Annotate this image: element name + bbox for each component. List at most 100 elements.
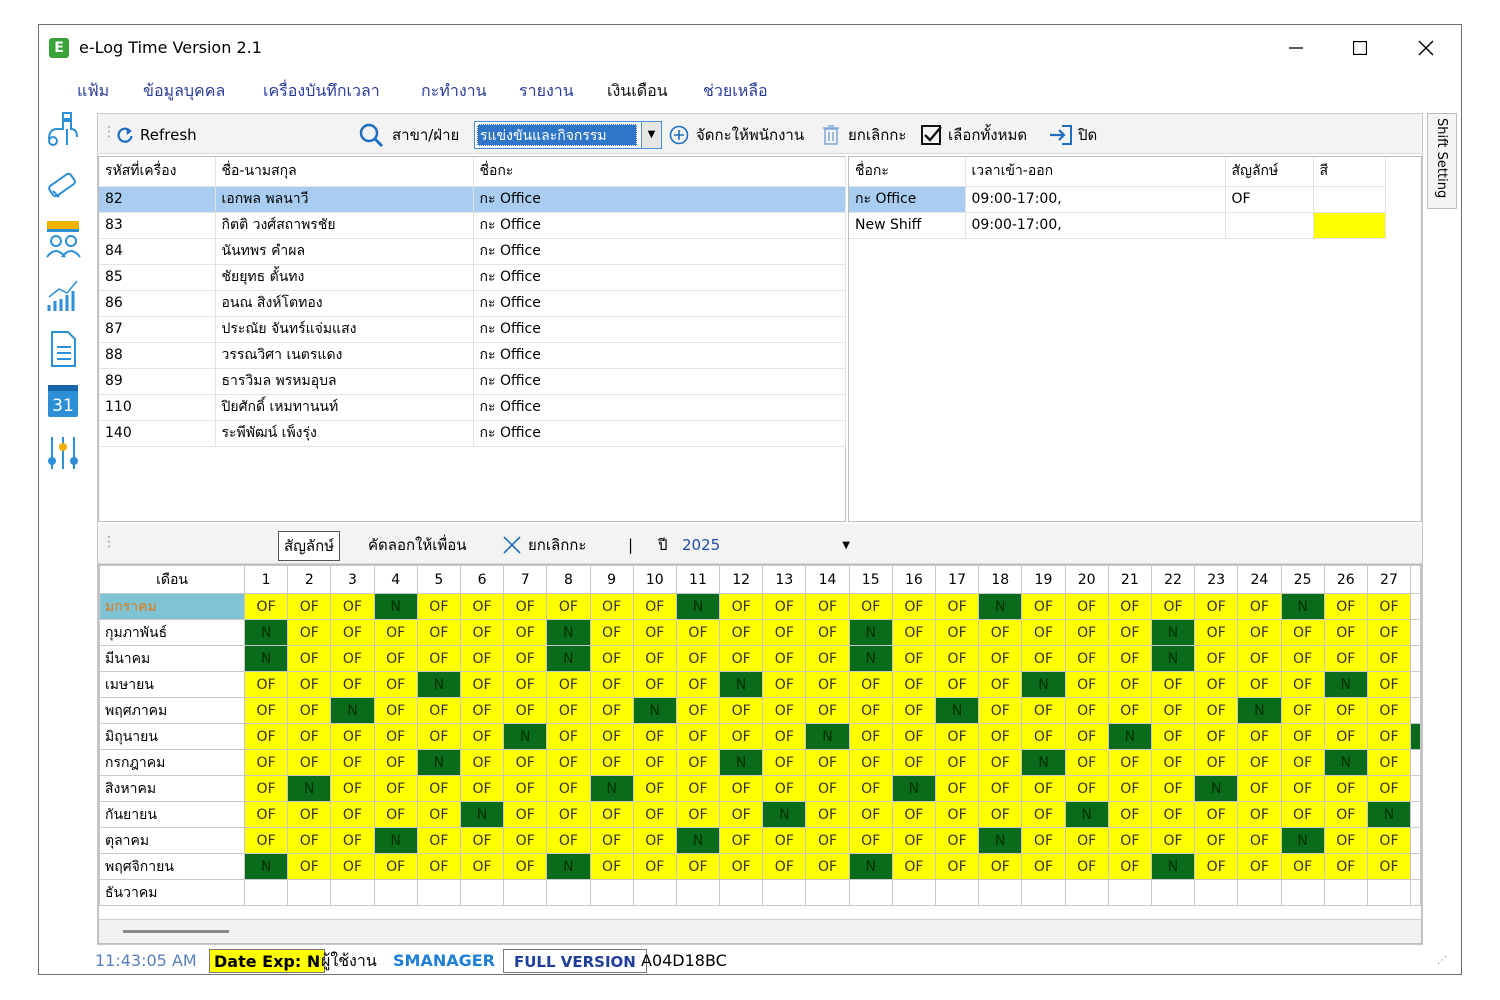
day-cell-of[interactable]: OF [719, 775, 764, 802]
day-cell-of[interactable]: OF [1107, 853, 1152, 880]
day-cell-of[interactable]: OF [891, 697, 937, 724]
employee-fullname[interactable]: ระพีพัฒน์ เพ็งรุ่ง [215, 420, 474, 447]
sliders-icon[interactable] [43, 433, 83, 473]
day-cell-of[interactable]: OF [416, 619, 461, 646]
employee-machine-id[interactable]: 83 [99, 212, 216, 239]
month-label[interactable]: มิถุนายน [99, 723, 245, 750]
menu-personnel[interactable]: ข้อมูลบุคคล [143, 79, 225, 104]
day-cell-of[interactable]: OF [762, 619, 807, 646]
employee-row[interactable]: 85 ชัยยุทธ ตั้นทง กะ Office [99, 264, 846, 291]
day-cell-of[interactable]: OF [287, 801, 332, 828]
employee-fullname[interactable]: ประณัย จันทร์แจ่มแสง [215, 316, 474, 343]
day-cell-of[interactable]: OF [287, 645, 332, 672]
employee-machine-id[interactable]: 110 [99, 394, 216, 421]
shift-row[interactable]: New Shiff 09:00-17:00, [849, 212, 1386, 239]
day-cell-of[interactable]: OF [546, 801, 591, 828]
day-cell-n[interactable]: N [546, 619, 591, 646]
employee-fullname[interactable]: กิตติ วงศ์สถาพรชัย [215, 212, 474, 239]
day-cell-of[interactable]: OF [891, 749, 937, 776]
day-cell-empty[interactable] [243, 879, 289, 906]
day-cell-of[interactable]: OF [546, 697, 591, 724]
day-cell-of[interactable]: OF [1107, 645, 1152, 672]
day-cell-of[interactable]: OF [589, 749, 634, 776]
day-cell-of[interactable]: OF [1280, 645, 1325, 672]
day-cell-of[interactable]: OF [330, 619, 375, 646]
day-cell-of[interactable]: OF [978, 619, 1023, 646]
day-cell-empty[interactable] [719, 879, 764, 906]
day-cell-empty[interactable] [373, 879, 418, 906]
day-cell-of[interactable]: OF [1107, 749, 1152, 776]
day-cell-of[interactable]: OF [546, 827, 591, 854]
year-select[interactable]: 2025 ▼ [682, 532, 852, 558]
day-cell-of[interactable]: OF [243, 697, 289, 724]
day-cell-n[interactable]: N [416, 671, 461, 698]
employee-row[interactable]: 84 นันทพร คำผล กะ Office [99, 238, 846, 265]
day-cell-of[interactable]: OF [287, 853, 332, 880]
day-cell-of[interactable]: OF [546, 593, 591, 620]
day-cell-of[interactable]: OF [978, 645, 1023, 672]
day-cell-of[interactable]: OF [891, 619, 937, 646]
day-cell-of[interactable]: OF [1366, 723, 1412, 750]
day-cell-of[interactable]: OF [1323, 697, 1368, 724]
day-cell-of[interactable]: OF [675, 801, 721, 828]
day-cell-empty[interactable] [1194, 879, 1239, 906]
day-cell-of[interactable]: OF [330, 671, 375, 698]
employee-shift-name[interactable]: กะ Office [473, 394, 846, 421]
day-cell-of[interactable]: OF [287, 827, 332, 854]
day-cell-of[interactable]: OF [546, 749, 591, 776]
day-cell-of[interactable]: OF [243, 749, 289, 776]
day-cell-of[interactable]: OF [891, 827, 937, 854]
day-cell-of[interactable]: OF [330, 593, 375, 620]
day-cell-of[interactable]: OF [1107, 775, 1152, 802]
day-cell-of[interactable]: OF [805, 827, 850, 854]
day-cell-n[interactable]: N [1280, 593, 1325, 620]
employee-row[interactable]: 88 วรรณวิศา เนตรแดง กะ Office [99, 342, 846, 369]
day-cell-of[interactable]: OF [934, 775, 980, 802]
employee-machine-id[interactable]: 84 [99, 238, 216, 265]
day-cell-n[interactable]: N [719, 749, 764, 776]
day-cell-n[interactable]: N [243, 645, 289, 672]
day-cell-of[interactable]: OF [1194, 749, 1239, 776]
day-cell-of[interactable]: OF [1150, 775, 1196, 802]
day-cell-of[interactable]: OF [805, 619, 850, 646]
day-cell-empty[interactable] [1021, 879, 1066, 906]
day-cell-of[interactable]: OF [1280, 801, 1325, 828]
day-cell-n[interactable]: N [1150, 619, 1196, 646]
day-cell-n[interactable]: N [503, 723, 548, 750]
day-cell-n[interactable]: N [1323, 671, 1368, 698]
day-cell-of[interactable]: OF [459, 619, 505, 646]
day-cell-of[interactable]: OF [589, 645, 634, 672]
employee-machine-id[interactable]: 85 [99, 264, 216, 291]
day-cell-of[interactable]: OF [719, 619, 764, 646]
day-cell-of[interactable]: OF [243, 775, 289, 802]
day-cell-of[interactable]: OF [805, 697, 850, 724]
day-cell-of[interactable]: OF [1150, 801, 1196, 828]
day-cell-of[interactable]: OF [805, 801, 850, 828]
day-cell-of[interactable]: OF [1064, 853, 1109, 880]
day-cell-of[interactable]: OF [762, 749, 807, 776]
month-label[interactable]: ตุลาคม [99, 827, 245, 854]
day-cell-of[interactable]: OF [330, 645, 375, 672]
day-cell-of[interactable]: OF [1021, 619, 1066, 646]
refresh-button[interactable]: Refresh [116, 122, 197, 148]
day-cell-of[interactable]: OF [503, 853, 548, 880]
day-cell-of[interactable]: OF [243, 671, 289, 698]
day-cell-overflow[interactable] [1410, 697, 1422, 724]
day-cell-of[interactable]: OF [632, 775, 677, 802]
column-header-time[interactable]: เวลาเข้า-ออก [965, 157, 1226, 187]
shift-color-cell[interactable] [1313, 212, 1386, 239]
calendar-cancel-shift-button[interactable]: ยกเลิกกะ [502, 532, 586, 558]
day-cell-of[interactable]: OF [503, 593, 548, 620]
day-cell-of[interactable]: OF [1366, 749, 1412, 776]
day-cell-of[interactable]: OF [1150, 593, 1196, 620]
day-cell-n[interactable]: N [1237, 697, 1282, 724]
day-cell-of[interactable]: OF [805, 749, 850, 776]
day-cell-of[interactable]: OF [1194, 801, 1239, 828]
month-label[interactable]: กุมภาพันธ์ [99, 619, 245, 646]
day-cell-overflow[interactable] [1410, 723, 1422, 750]
day-cell-n[interactable]: N [589, 775, 634, 802]
resize-grip-icon[interactable]: ⋰ [1437, 949, 1447, 973]
usb-icon[interactable] [43, 111, 83, 151]
scrollbar-thumb[interactable] [123, 930, 229, 933]
shift-time-cell[interactable]: 09:00-17:00, [965, 212, 1226, 239]
